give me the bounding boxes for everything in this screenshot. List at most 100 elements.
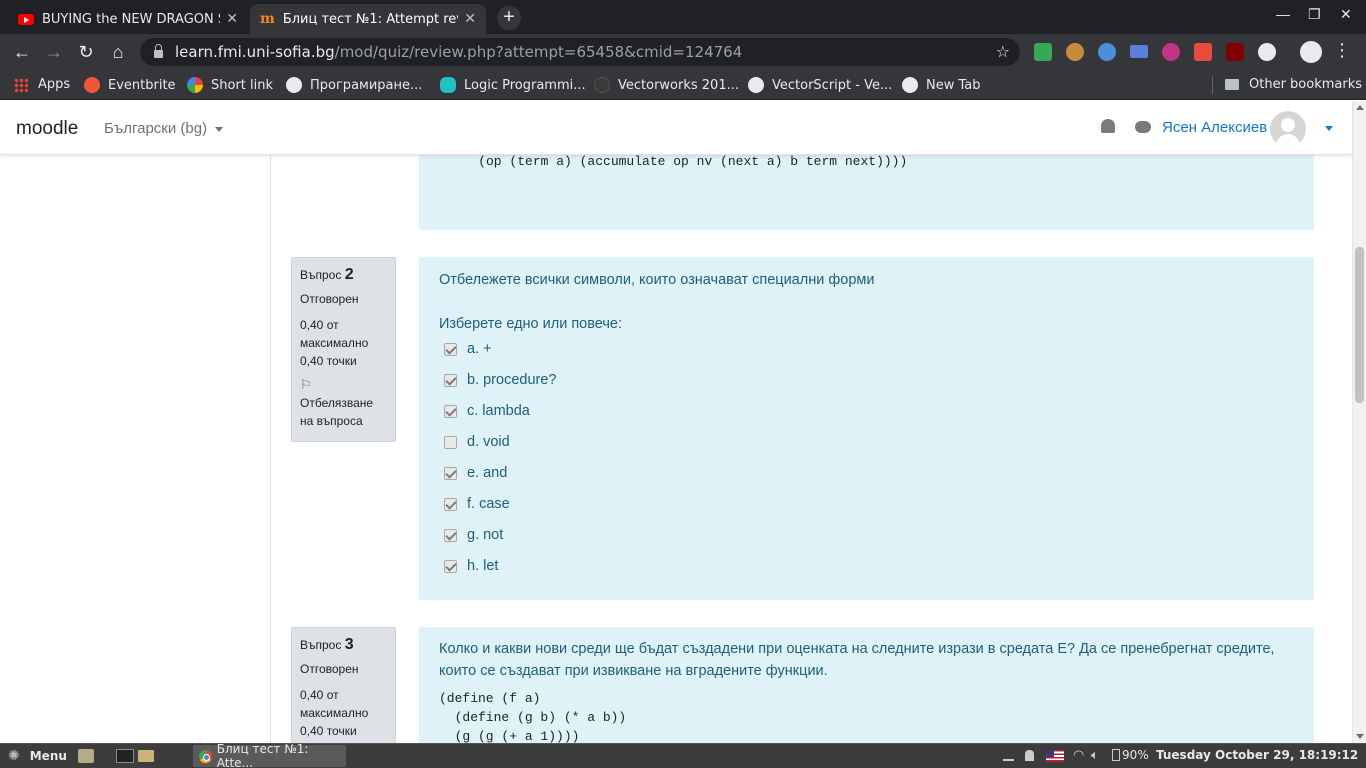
bookmark-label: Short link <box>211 77 274 93</box>
bookmark-new-tab[interactable]: New Tab <box>902 77 981 93</box>
chevron-down-icon[interactable] <box>1325 126 1333 131</box>
back-arrow-icon[interactable]: ← <box>10 40 34 64</box>
extension-cookie-icon[interactable] <box>1066 43 1084 61</box>
option-label: g. not <box>467 527 504 543</box>
new-tab-button[interactable]: + <box>497 6 521 30</box>
maximize-icon[interactable]: ❐ <box>1308 6 1321 23</box>
bookmark-other[interactable]: Other bookmarks <box>1225 77 1362 92</box>
extension-timer-icon[interactable] <box>1258 43 1276 61</box>
bookmark-vectorscript[interactable]: VectorScript - Ve... <box>748 77 892 93</box>
battery-indicator[interactable]: 90% <box>1112 748 1149 762</box>
taskbar-window-chrome[interactable]: Блиц тест №1: Atte... <box>193 742 346 768</box>
option-label: b. procedure? <box>467 372 557 388</box>
wifi-icon[interactable]: ◠ <box>1073 748 1084 763</box>
bookmark-eventbrite[interactable]: Eventbrite <box>84 77 176 93</box>
user-name[interactable]: Ясен Алексиев <box>1162 119 1267 136</box>
tab-quiz-review[interactable]: m Блиц тест №1: Attempt revi ✕ <box>250 4 486 34</box>
bookmark-programming[interactable]: Програмиране... <box>286 77 422 93</box>
chrome-menu-icon[interactable]: ⋮ <box>1333 40 1351 61</box>
cloud-icon <box>440 77 456 93</box>
scroll-down-icon[interactable] <box>1356 734 1364 739</box>
menu-label: Menu <box>29 749 67 763</box>
checkbox[interactable] <box>444 559 457 573</box>
answer-option-a: a. + <box>444 341 492 357</box>
extension-home-icon[interactable] <box>1034 43 1052 61</box>
reload-icon[interactable]: ↻ <box>74 40 98 64</box>
browser-tab-strip: BUYING the NEW DRAGON S ✕ m Блиц тест №1… <box>0 0 1366 34</box>
forward-arrow-icon[interactable]: → <box>42 40 66 64</box>
tab-title: BUYING the NEW DRAGON S <box>42 11 221 27</box>
window-close-icon[interactable]: ✕ <box>1340 6 1352 23</box>
checkbox[interactable] <box>444 528 457 542</box>
bookmark-short-link[interactable]: Short link <box>187 77 273 93</box>
file-manager-icon[interactable] <box>78 749 94 763</box>
checkbox[interactable] <box>444 497 457 511</box>
left-column-border <box>270 155 271 743</box>
answer-option-b: b. procedure? <box>444 372 556 388</box>
checkbox[interactable] <box>444 373 457 387</box>
url-host: learn.fmi.uni-sofia.bg <box>175 43 335 61</box>
answer-option-e: e. and <box>444 465 507 481</box>
extension-mail-icon[interactable] <box>1130 45 1148 58</box>
option-label: c. lambda <box>467 403 530 419</box>
keyboard-icon[interactable] <box>1003 751 1014 761</box>
extension-clip-icon[interactable] <box>1194 43 1212 61</box>
tab-youtube[interactable]: BUYING the NEW DRAGON S ✕ <box>8 4 248 34</box>
language-label: Български (bg) <box>104 120 208 137</box>
minimize-icon[interactable]: — <box>1276 6 1290 22</box>
gear-icon: ✺ <box>8 748 20 764</box>
site-brand[interactable]: moodle <box>16 118 78 140</box>
extension-feather-icon[interactable] <box>1098 43 1116 61</box>
battery-level: 90% <box>1122 748 1149 762</box>
answer-option-g: g. not <box>444 527 503 543</box>
messages-icon[interactable] <box>1135 121 1151 133</box>
bookmark-logic-programming[interactable]: Logic Programmi... <box>440 77 586 93</box>
tab-close-icon[interactable]: ✕ <box>226 11 238 27</box>
start-menu[interactable]: ✺ Menu <box>8 748 67 764</box>
address-bar[interactable]: learn.fmi.uni-sofia.bg/mod/quiz/review.p… <box>140 38 1020 66</box>
terminal-icon[interactable] <box>116 749 134 763</box>
bookmark-star-icon[interactable]: ☆ <box>996 42 1010 61</box>
battery-icon <box>1112 749 1120 761</box>
clock[interactable]: Tuesday October 29, 18:19:12 <box>1156 748 1358 762</box>
lock-icon <box>154 44 163 58</box>
checkbox[interactable] <box>444 342 457 356</box>
google-icon <box>187 77 203 93</box>
apps-grid-icon <box>14 77 28 92</box>
scroll-thumb[interactable] <box>1355 247 1364 403</box>
folder-icon[interactable] <box>138 750 154 762</box>
question-grade: 0,40 от максимално 0,40 точки <box>300 688 369 738</box>
bookmarks-divider <box>1212 76 1213 94</box>
page-content: (op (term a) (accumulate op nv (next a) … <box>0 155 1352 743</box>
language-menu[interactable]: Български (bg) <box>104 120 224 137</box>
bookmark-vectorworks[interactable]: Vectorworks 201... <box>594 77 739 93</box>
question-state: Отговорен <box>300 292 359 306</box>
question-info-2: Въпрос 2 Отговорен 0,40 от максимално 0,… <box>291 257 396 442</box>
checkbox[interactable] <box>444 404 457 418</box>
scroll-up-icon[interactable] <box>1356 105 1364 110</box>
bookmark-label: Eventbrite <box>108 77 176 93</box>
task-title: Блиц тест №1: Atte... <box>216 742 309 768</box>
answer-option-h: h. let <box>444 558 498 574</box>
chevron-down-icon <box>215 126 224 132</box>
checkbox[interactable] <box>444 435 457 449</box>
extension-instagram-icon[interactable] <box>1162 43 1180 61</box>
user-icon[interactable] <box>1025 750 1034 761</box>
us-flag-icon[interactable] <box>1046 750 1064 762</box>
flag-label: Отбелязване на въпроса <box>300 396 374 428</box>
profile-avatar-icon[interactable] <box>1300 41 1322 63</box>
question-number: Въпрос 2 <box>300 266 387 284</box>
moodle-navbar: moodle Български (bg) Ясен Алексиев <box>0 101 1352 155</box>
extension-ublock-icon[interactable] <box>1226 43 1244 61</box>
folder-icon <box>1225 79 1239 90</box>
checkbox[interactable] <box>444 466 457 480</box>
bookmark-apps[interactable]: Apps <box>14 77 70 92</box>
volume-icon[interactable]: 🔈︎ <box>1091 748 1099 763</box>
avatar[interactable] <box>1270 111 1306 147</box>
eventbrite-icon <box>84 77 100 93</box>
home-icon[interactable]: ⌂ <box>106 40 130 64</box>
tab-close-icon[interactable]: ✕ <box>464 11 476 27</box>
flag-question[interactable]: ⚐ Отбелязване на въпроса <box>300 376 387 430</box>
page-scrollbar[interactable] <box>1352 101 1366 743</box>
bell-icon[interactable] <box>1101 119 1115 133</box>
